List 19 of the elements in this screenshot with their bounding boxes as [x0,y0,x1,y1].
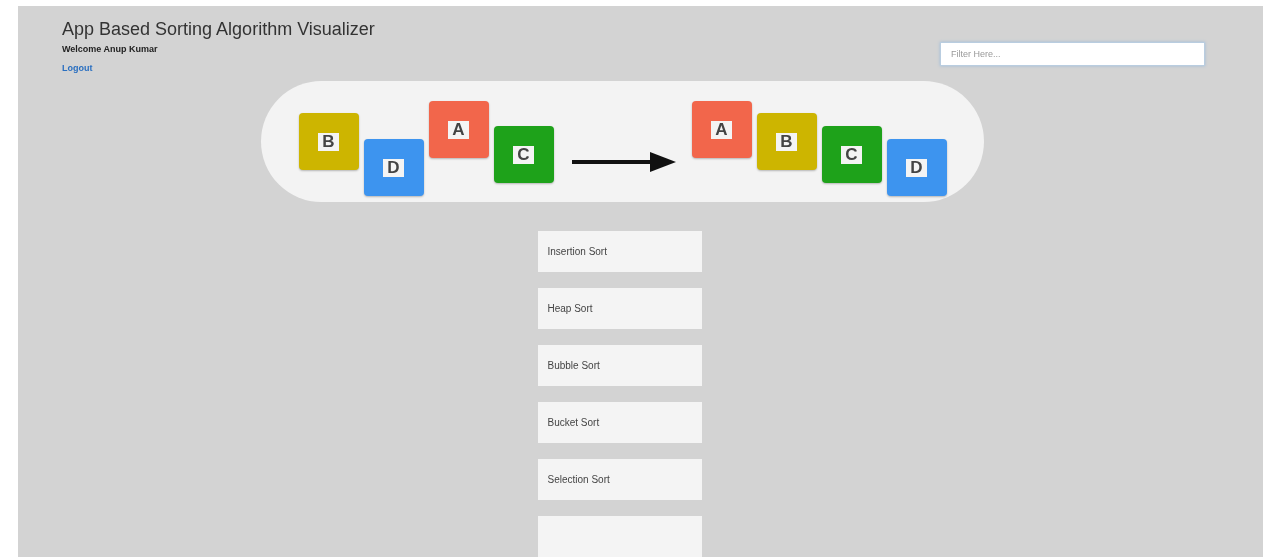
welcome-text: Welcome Anup Kumar [62,44,159,54]
page-title: App Based Sorting Algorithm Visualizer [62,18,375,40]
right-arrow-icon [571,151,676,173]
sort-option-button[interactable]: Bubble Sort [537,345,702,386]
block-letter: A [448,120,469,139]
sort-option-button[interactable]: Bucket Sort [537,402,702,443]
sort-option-button[interactable]: Selection Sort [537,459,702,500]
block-letter: C [513,145,534,164]
sort-option-button[interactable]: Insertion Sort [537,231,702,272]
filter-field[interactable]: Filter Here... [940,42,1205,66]
sort-option-button[interactable] [537,516,702,557]
logout-link[interactable]: Logout [62,63,375,73]
block-letter: C [841,145,862,164]
sort-option-button[interactable]: Heap Sort [537,288,702,329]
block-letter: D [383,158,404,177]
block-letter: D [906,158,927,177]
block-letter: B [776,132,797,151]
block-letter: A [711,120,732,139]
block-letter: B [318,132,339,151]
